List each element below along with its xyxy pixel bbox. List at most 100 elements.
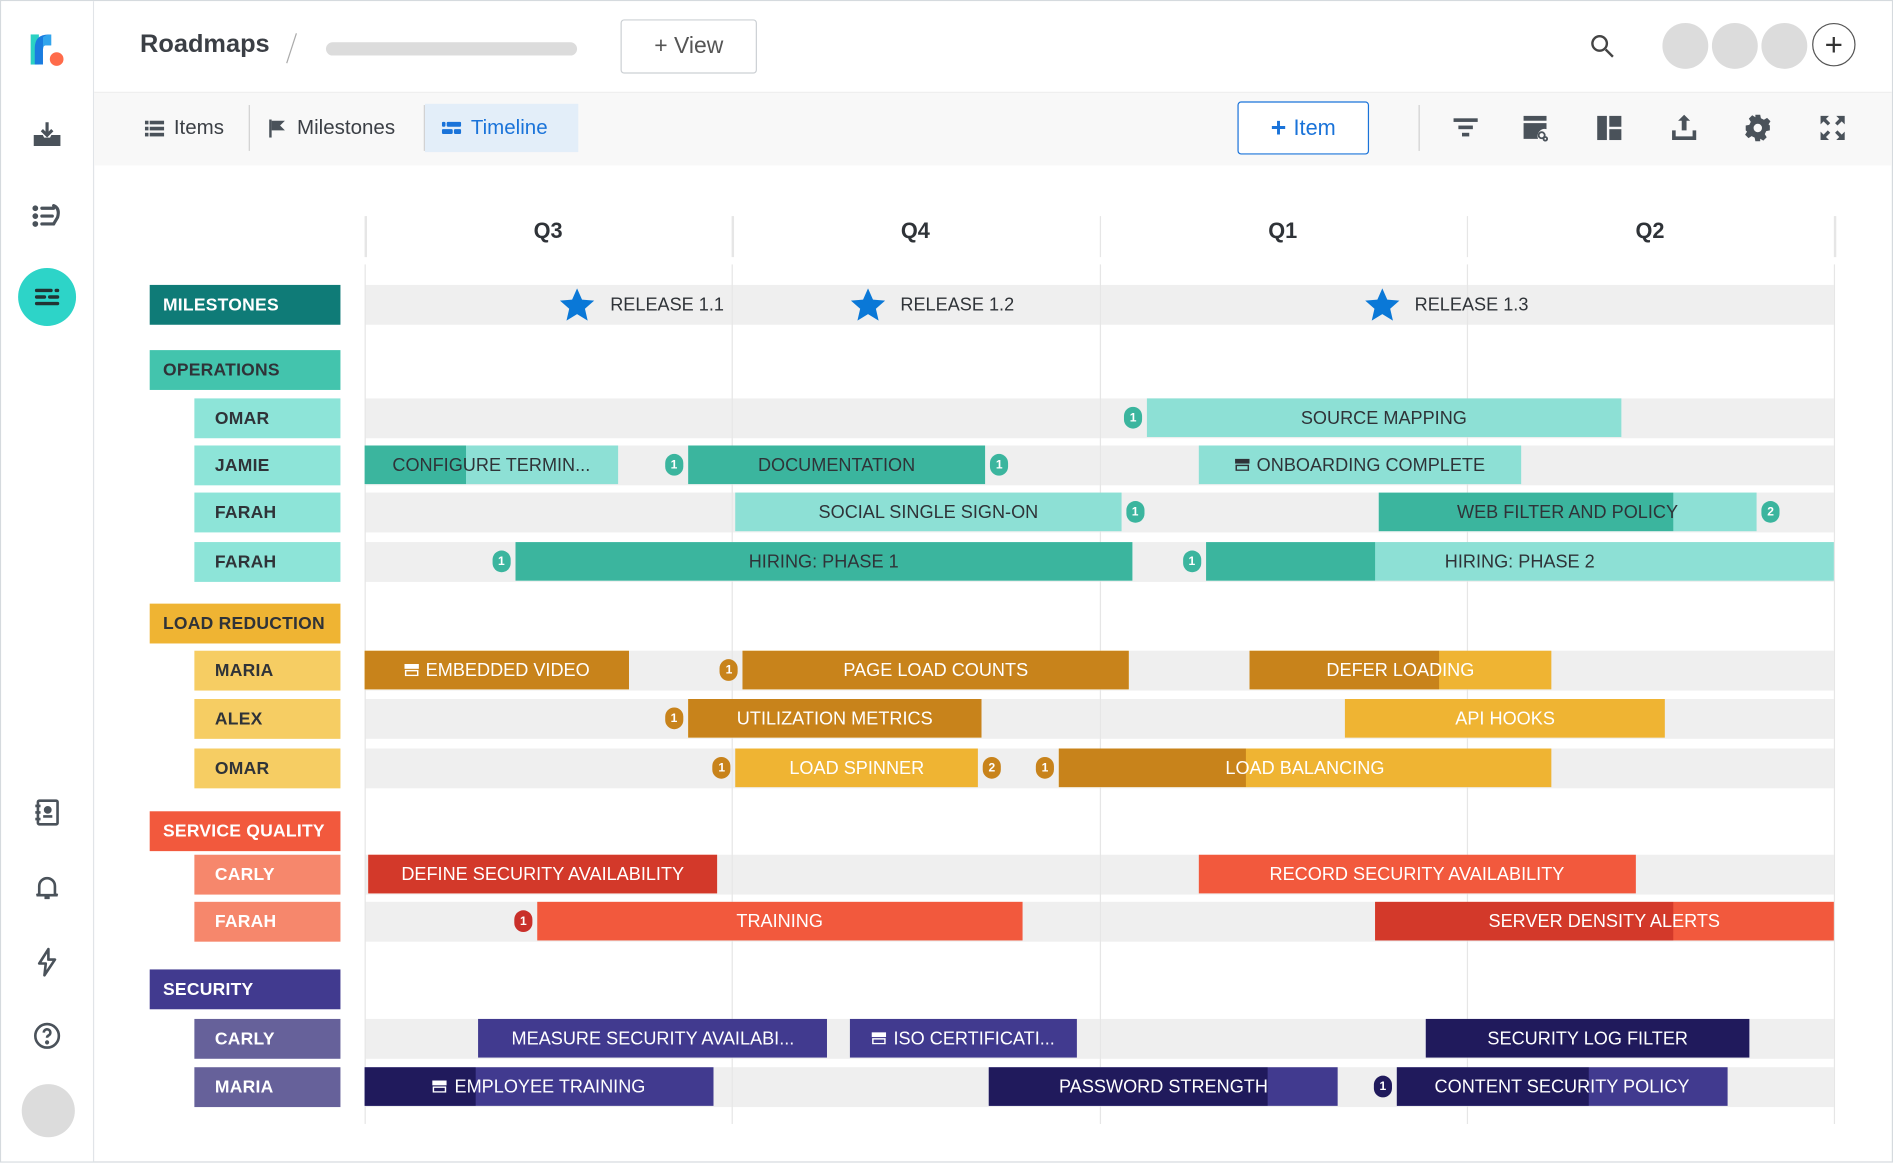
dependency-badge[interactable]: 1 [492,550,511,573]
dependency-badge[interactable]: 1 [719,659,739,681]
download-inbox-icon[interactable] [23,110,71,158]
list-redo-icon[interactable] [23,192,71,240]
user-avatar[interactable] [21,1084,75,1138]
item-label-wrap: UTILIZATION METRICS [737,708,933,729]
roadmap-item-bar[interactable]: LOAD SPINNER [735,748,978,788]
add-collaborator-button[interactable]: + [1812,22,1856,67]
owner-label[interactable]: ALEX [194,699,341,739]
layout-icon[interactable] [1594,112,1625,143]
roadmap-item-bar[interactable]: CONTENT SECURITY POLICY [1396,1067,1728,1106]
dependency-badge[interactable]: 2 [982,756,1001,779]
dependency-badge[interactable]: 1 [990,453,1009,476]
quarter-header: Q1 [1268,218,1298,243]
milestone-label: RELEASE 1.3 [1414,294,1529,316]
roadmap-item-bar[interactable]: SECURITY LOG FILTER [1426,1018,1750,1058]
roadmap-item-bar[interactable]: HIRING: PHASE 2 [1205,542,1834,581]
star-icon [850,287,885,321]
group-label[interactable]: OPERATIONS [149,350,341,390]
collaborator-avatar[interactable] [1711,22,1758,69]
roadmap-item-bar[interactable]: RECORD SECURITY AVAILABILITY [1198,854,1636,894]
item-label: EMPLOYEE TRAINING [454,1076,646,1097]
owner-label[interactable]: FARAH [194,542,341,582]
dependency-badge[interactable]: 1 [1182,550,1201,573]
export-icon[interactable] [1668,112,1699,143]
quarter-gridline [1099,264,1101,1124]
fullscreen-icon[interactable] [1817,112,1848,143]
roadmap-item-bar[interactable]: SOURCE MAPPING [1146,398,1621,438]
tab-items[interactable]: Items [128,104,241,152]
roadmap-item-bar[interactable]: EMPLOYEE TRAINING [364,1067,714,1106]
roadmap-item-bar[interactable]: PASSWORD STRENGTH [989,1067,1338,1106]
dependency-badge[interactable]: 1 [664,453,683,476]
item-label: PASSWORD STRENGTH [1059,1076,1268,1097]
roadmap-item-bar[interactable]: SERVER DENSITY ALERTS [1374,901,1834,941]
roadmap-item-bar[interactable]: PAGE LOAD COUNTS [742,650,1129,690]
top-header: Roadmaps + View + [94,1,1892,93]
timeline-nav-icon[interactable] [18,268,77,326]
dependency-badge[interactable]: 1 [1126,501,1145,523]
settings-gear-icon[interactable] [1742,112,1773,143]
tab-milestones[interactable]: Milestones [251,104,412,152]
owner-label[interactable]: MARIA [194,650,341,691]
add-view-button[interactable]: + View [620,19,757,74]
item-label-wrap: RECORD SECURITY AVAILABILITY [1270,864,1565,885]
roadmap-item-bar[interactable]: DEFINE SECURITY AVAILABILITY [368,854,718,894]
dependency-badge[interactable]: 1 [1124,406,1143,429]
contacts-icon[interactable] [23,788,71,836]
roadmap-item-bar[interactable]: MEASURE SECURITY AVAILABI... [478,1018,828,1058]
quarter-divider [364,216,367,258]
group-label[interactable]: SERVICE QUALITY [149,811,341,852]
quarter-divider [731,216,734,258]
item-label-wrap: DEFINE SECURITY AVAILABILITY [401,864,684,885]
roadmunk-logo[interactable] [23,25,71,73]
lightning-icon[interactable] [23,938,71,986]
roadmap-item-bar[interactable]: HIRING: PHASE 1 [515,542,1133,581]
item-label-wrap: TRAINING [736,911,823,932]
milestone[interactable]: RELEASE 1.2 [847,285,1014,325]
roadmap-item-bar[interactable]: LOAD BALANCING [1058,748,1552,788]
item-label: LOAD SPINNER [789,757,925,779]
owner-label[interactable]: FARAH [194,901,341,942]
collaborator-avatar[interactable] [1761,22,1808,69]
filter-icon[interactable] [1450,112,1481,143]
dependency-badge[interactable]: 1 [664,707,683,730]
roadmap-item-bar[interactable]: DOCUMENTATION [687,445,986,485]
bell-icon[interactable] [23,863,71,911]
roadmap-item-bar[interactable]: DEFER LOADING [1249,650,1552,690]
owner-label[interactable]: CARLY [194,854,341,895]
roadmap-item-bar[interactable]: WEB FILTER AND POLICY [1378,492,1757,532]
tab-timeline[interactable]: Timeline [424,103,579,153]
breadcrumb-separator [286,33,297,64]
roadmap-item-bar[interactable]: ISO CERTIFICATI... [849,1018,1078,1058]
roadmap-item-bar[interactable]: EMBEDDED VIDEO [364,650,630,690]
milestone[interactable]: RELEASE 1.3 [1362,285,1529,325]
dependency-badge[interactable]: 1 [712,756,731,779]
dependency-badge[interactable]: 1 [1035,756,1054,779]
owner-label[interactable]: FARAH [194,492,341,533]
roadmap-item-bar[interactable]: UTILIZATION METRICS [687,699,982,738]
breadcrumb-placeholder[interactable] [325,42,578,56]
help-icon[interactable] [23,1012,71,1060]
roadmap-item-bar[interactable]: ONBOARDING COMPLETE [1198,445,1522,485]
owner-label[interactable]: JAMIE [194,445,341,486]
dependency-badge[interactable]: 2 [1761,501,1780,523]
owner-label[interactable]: OMAR [194,398,341,439]
calendar-link-icon[interactable] [1520,112,1551,143]
roadmap-item-bar[interactable]: CONFIGURE TERMIN... [364,445,619,485]
dependency-badge[interactable]: 1 [1373,1075,1392,1098]
quarter-divider [1099,216,1102,258]
roadmap-item-bar[interactable]: SOCIAL SINGLE SIGN-ON [735,492,1122,532]
add-item-button[interactable]: + Item [1237,101,1370,155]
milestone[interactable]: RELEASE 1.1 [557,285,724,325]
owner-label[interactable]: OMAR [194,748,341,789]
dependency-badge[interactable]: 1 [514,910,533,933]
roadmap-item-bar[interactable]: API HOOKS [1345,699,1665,738]
owner-label[interactable]: CARLY [194,1018,341,1059]
search-icon[interactable] [1588,31,1617,60]
collaborator-avatar[interactable] [1662,22,1709,69]
group-label[interactable]: LOAD REDUCTION [149,603,341,644]
owner-label[interactable]: MARIA [194,1067,341,1108]
toolbar-divider [1418,105,1420,151]
group-label[interactable]: SECURITY [149,969,341,1010]
roadmap-item-bar[interactable]: TRAINING [537,901,1023,941]
